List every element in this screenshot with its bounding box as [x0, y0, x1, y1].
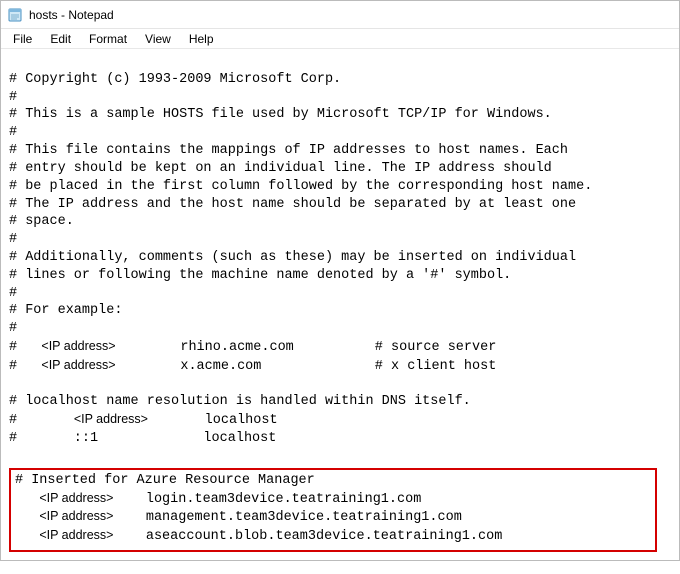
hosts-line: #	[9, 286, 17, 301]
menubar: File Edit Format View Help	[1, 29, 679, 49]
hosts-line: # localhost name resolution is handled w…	[9, 394, 471, 409]
hosts-line: # entry should be kept on an individual …	[9, 161, 552, 176]
hosts-line: # <IP address> rhino.acme.com # source s…	[9, 340, 496, 355]
window-title: hosts - Notepad	[29, 8, 114, 22]
hosts-line: # For example:	[9, 303, 122, 318]
titlebar: hosts - Notepad	[1, 1, 679, 29]
hosts-line: #	[9, 125, 17, 140]
hosts-line: #	[9, 232, 17, 247]
notepad-icon	[7, 7, 23, 23]
hosts-line: # be placed in the first column followed…	[9, 179, 592, 194]
hosts-line: # <IP address> localhost	[9, 413, 278, 428]
hosts-line: # Inserted for Azure Resource Manager	[15, 473, 315, 488]
hosts-line: # <IP address> x.acme.com # x client hos…	[9, 359, 496, 374]
hosts-line: #	[9, 321, 17, 336]
hosts-line: # This file contains the mappings of IP …	[9, 143, 568, 158]
hosts-line: <IP address> aseaccount.blob.team3device…	[15, 529, 502, 544]
hosts-line: # This is a sample HOSTS file used by Mi…	[9, 107, 552, 122]
hosts-line: <IP address> management.team3device.teat…	[15, 510, 462, 525]
highlight-annotation: # Inserted for Azure Resource Manager <I…	[9, 468, 657, 552]
menu-format[interactable]: Format	[81, 30, 135, 48]
hosts-line: #	[9, 90, 17, 105]
ip-placeholder: <IP address>	[74, 412, 148, 426]
hosts-line: # space.	[9, 214, 74, 229]
hosts-line: <IP address> login.team3device.teatraini…	[15, 492, 421, 507]
menu-edit[interactable]: Edit	[42, 30, 79, 48]
ip-placeholder: <IP address>	[39, 528, 113, 542]
text-area[interactable]: # Copyright (c) 1993-2009 Microsoft Corp…	[1, 49, 679, 574]
hosts-line: # Copyright (c) 1993-2009 Microsoft Corp…	[9, 72, 341, 87]
ip-placeholder: <IP address>	[41, 339, 115, 353]
ip-placeholder: <IP address>	[39, 509, 113, 523]
hosts-line: # lines or following the machine name de…	[9, 268, 511, 283]
hosts-line: # The IP address and the host name shoul…	[9, 197, 576, 212]
ip-placeholder: <IP address>	[41, 358, 115, 372]
hosts-line: # ::1 localhost	[9, 431, 276, 446]
ip-placeholder: <IP address>	[39, 491, 113, 505]
menu-help[interactable]: Help	[181, 30, 222, 48]
hosts-line: # Additionally, comments (such as these)…	[9, 250, 576, 265]
menu-file[interactable]: File	[5, 30, 40, 48]
menu-view[interactable]: View	[137, 30, 179, 48]
